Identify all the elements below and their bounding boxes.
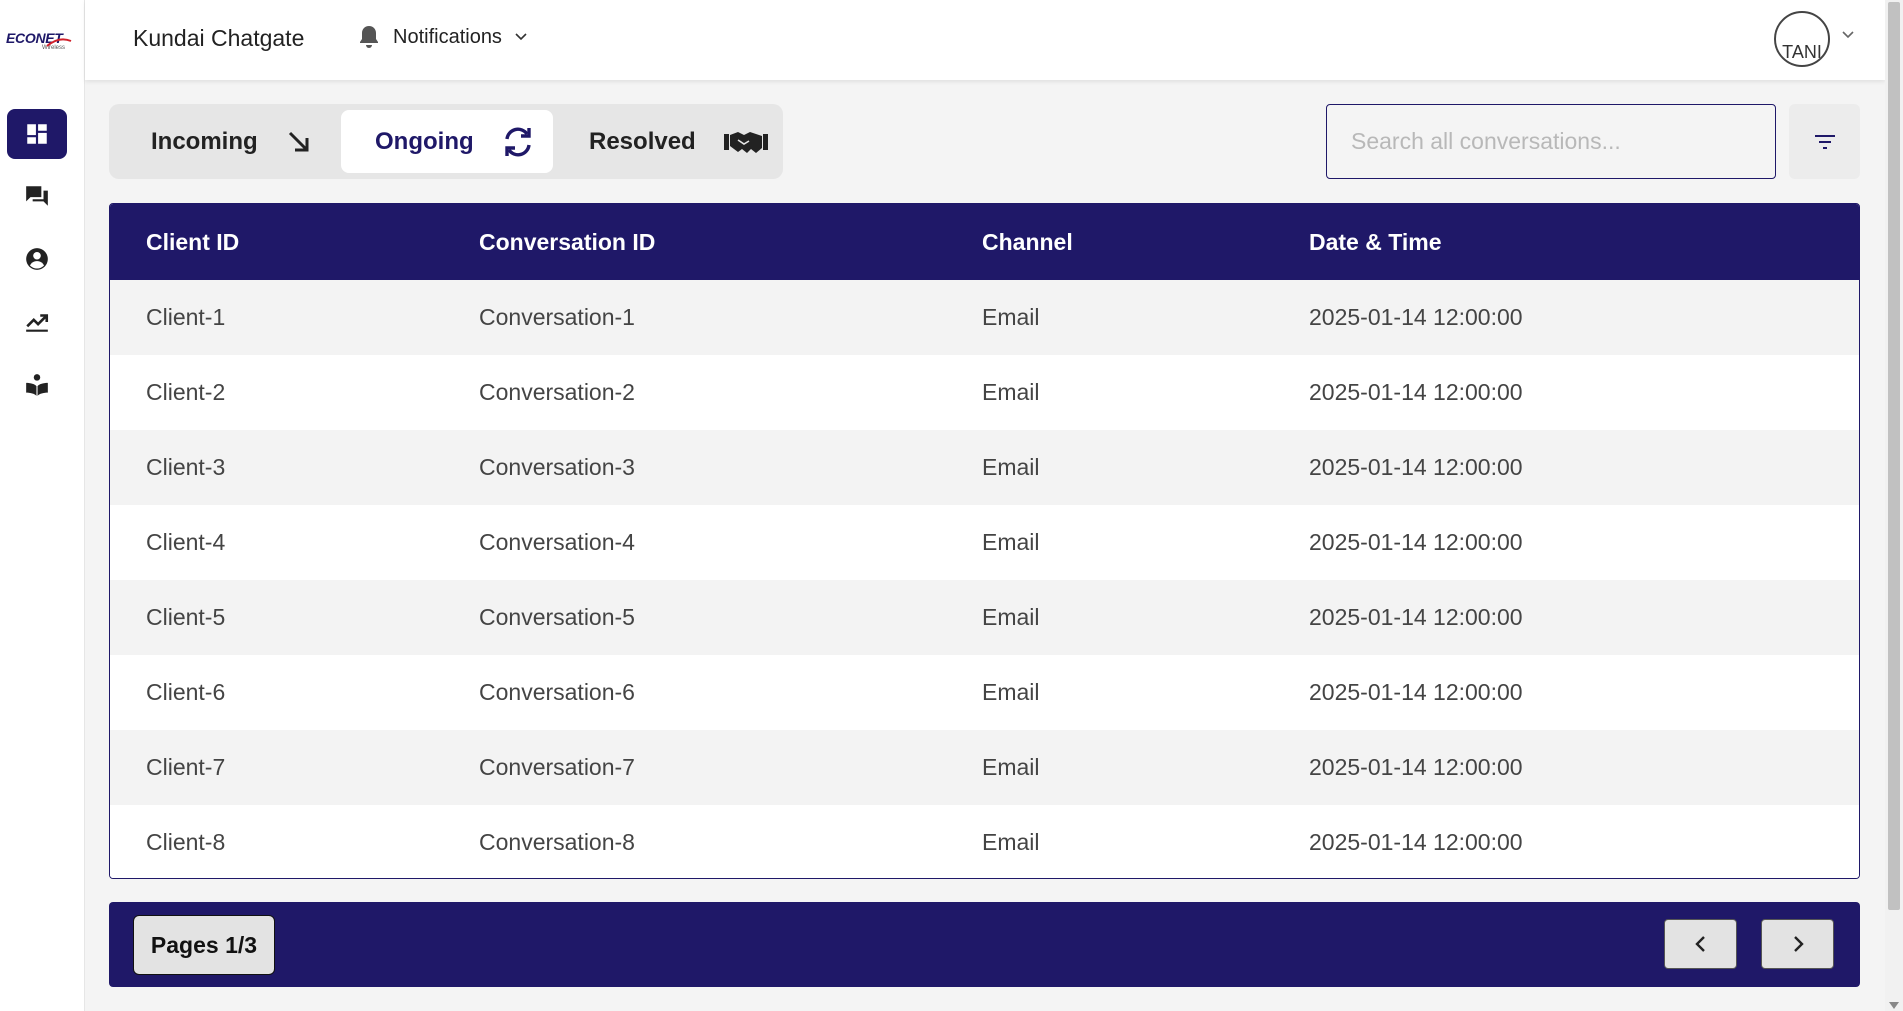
sidebar-item-analytics[interactable] [7, 297, 67, 347]
cell-client-id: Client-4 [146, 529, 226, 555]
cell-client-id: Client-2 [146, 379, 226, 405]
sidebar: ECONET Wireless [0, 0, 85, 1011]
header-channel[interactable]: Channel [982, 229, 1073, 256]
table-row[interactable]: Client-4 Conversation-4 Email 2025-01-14… [110, 505, 1859, 580]
dashboard-icon [27, 124, 47, 144]
next-page-button[interactable] [1761, 919, 1834, 969]
cell-conversation-id: Conversation-7 [479, 754, 635, 780]
cell-client-id: Client-6 [146, 679, 226, 705]
scroll-down-arrow-icon[interactable] [1889, 1002, 1899, 1009]
app-title: Kundai Chatgate [133, 25, 305, 51]
tab-incoming[interactable]: Incoming [151, 110, 341, 173]
header-date-time[interactable]: Date & Time [1309, 229, 1442, 256]
cell-date-time: 2025-01-14 12:00:00 [1309, 829, 1523, 855]
cell-channel: Email [982, 529, 1040, 555]
app-root: ECONET Wireless Kundai Chatgate Notifica… [0, 0, 1903, 1011]
chevron-right-icon [1793, 936, 1804, 952]
arrow-down-right-icon [288, 131, 309, 151]
cell-date-time: 2025-01-14 12:00:00 [1309, 529, 1523, 555]
search-input[interactable] [1326, 104, 1776, 179]
table-row[interactable]: Client-7 Conversation-7 Email 2025-01-14… [110, 730, 1859, 805]
cell-client-id: Client-1 [146, 304, 226, 330]
table-row[interactable]: Client-6 Conversation-6 Email 2025-01-14… [110, 655, 1859, 730]
header-conversation-id[interactable]: Conversation ID [479, 229, 655, 256]
cell-conversation-id: Conversation-1 [479, 304, 635, 330]
cell-channel: Email [982, 379, 1040, 405]
tab-incoming-label: Incoming [151, 127, 258, 155]
top-header: Kundai Chatgate Notifications TANI [85, 0, 1885, 80]
filter-button[interactable] [1789, 104, 1860, 179]
econet-logo: ECONET Wireless [6, 30, 72, 62]
header-client-id[interactable]: Client ID [146, 229, 239, 256]
book-reader-icon [26, 374, 48, 396]
cell-conversation-id: Conversation-8 [479, 829, 635, 855]
cell-conversation-id: Conversation-4 [479, 529, 635, 555]
sidebar-item-dashboard[interactable] [7, 109, 67, 159]
refresh-icon [504, 127, 531, 156]
tab-resolved[interactable]: Resolved [589, 110, 769, 173]
cell-conversation-id: Conversation-3 [479, 454, 635, 480]
cell-conversation-id: Conversation-2 [479, 379, 635, 405]
pagination-bar: Pages 1/3 [109, 902, 1860, 987]
sidebar-item-chats[interactable] [7, 171, 67, 221]
avatar-chevron-down-icon[interactable] [1841, 30, 1855, 40]
cell-client-id: Client-8 [146, 829, 226, 855]
cell-date-time: 2025-01-14 12:00:00 [1309, 454, 1523, 480]
cell-date-time: 2025-01-14 12:00:00 [1309, 754, 1523, 780]
tab-resolved-label: Resolved [589, 127, 696, 155]
table-row[interactable]: Client-1 Conversation-1 Email 2025-01-14… [110, 280, 1859, 355]
cell-date-time: 2025-01-14 12:00:00 [1309, 679, 1523, 705]
cell-client-id: Client-3 [146, 454, 226, 480]
avatar-alt-text: TANI [1782, 42, 1822, 62]
table-body: Client-1 Conversation-1 Email 2025-01-14… [110, 280, 1859, 878]
cell-conversation-id: Conversation-5 [479, 604, 635, 630]
prev-page-button[interactable] [1664, 919, 1737, 969]
filter-icon [1814, 134, 1835, 149]
chat-bubbles-icon [26, 186, 48, 206]
table-header: Client ID Conversation ID Channel Date &… [110, 204, 1859, 280]
cell-client-id: Client-5 [146, 604, 226, 630]
page-scrollbar[interactable] [1885, 0, 1903, 1011]
cell-channel: Email [982, 679, 1040, 705]
conversations-table: Client ID Conversation ID Channel Date &… [109, 203, 1860, 879]
scrollbar-thumb[interactable] [1888, 2, 1900, 910]
tab-ongoing-label: Ongoing [375, 127, 474, 155]
cell-client-id: Client-7 [146, 754, 226, 780]
notifications-dropdown[interactable]: Notifications [357, 24, 528, 50]
cell-channel: Email [982, 454, 1040, 480]
trending-up-icon [26, 314, 49, 332]
sidebar-item-knowledge-base[interactable] [7, 360, 67, 410]
notifications-label: Notifications [393, 25, 502, 48]
cell-conversation-id: Conversation-6 [479, 679, 635, 705]
cell-channel: Email [982, 304, 1040, 330]
cell-channel: Email [982, 829, 1040, 855]
cell-channel: Email [982, 604, 1040, 630]
table-row[interactable]: Client-2 Conversation-2 Email 2025-01-14… [110, 355, 1859, 430]
logo-swoosh-icon [46, 38, 72, 47]
bell-icon [360, 26, 378, 48]
sidebar-item-profile[interactable] [7, 234, 67, 284]
cell-date-time: 2025-01-14 12:00:00 [1309, 304, 1523, 330]
conversation-tabs: Incoming Ongoing Resolved [109, 104, 783, 179]
chevron-left-icon [1694, 936, 1705, 952]
tab-ongoing[interactable]: Ongoing [341, 110, 553, 173]
user-circle-icon [26, 248, 48, 270]
table-row[interactable]: Client-3 Conversation-3 Email 2025-01-14… [110, 430, 1859, 505]
handshake-icon [723, 131, 768, 153]
cell-channel: Email [982, 754, 1040, 780]
page-indicator: Pages 1/3 [133, 915, 275, 975]
user-avatar[interactable]: TANI [1774, 11, 1830, 67]
cell-date-time: 2025-01-14 12:00:00 [1309, 604, 1523, 630]
table-row[interactable]: Client-8 Conversation-8 Email 2025-01-14… [110, 805, 1859, 878]
table-row[interactable]: Client-5 Conversation-5 Email 2025-01-14… [110, 580, 1859, 655]
chevron-down-icon [515, 33, 527, 41]
cell-date-time: 2025-01-14 12:00:00 [1309, 379, 1523, 405]
